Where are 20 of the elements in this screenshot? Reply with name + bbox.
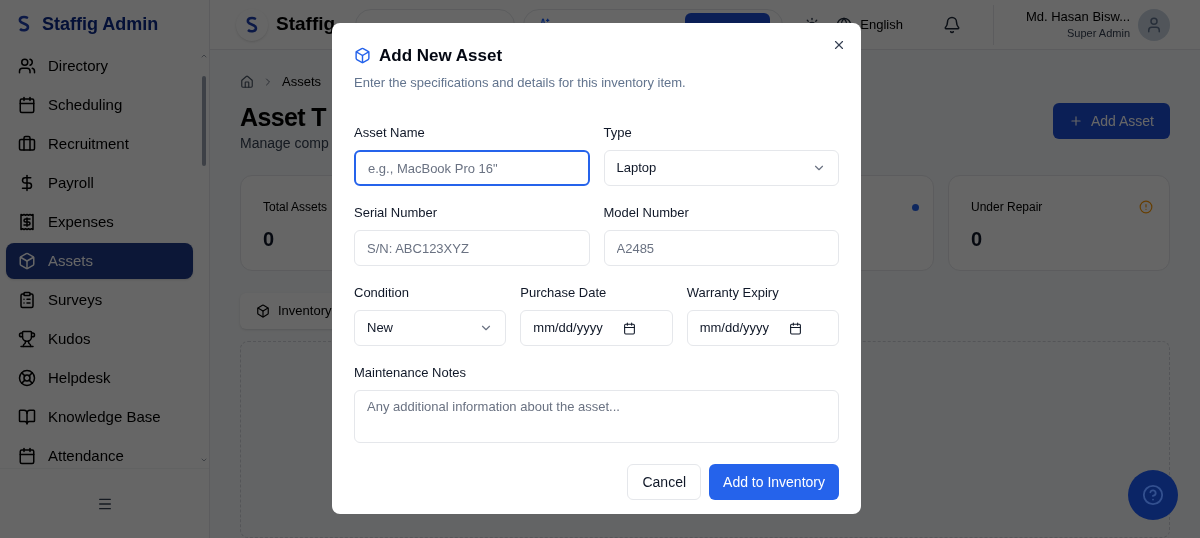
field-label: Type <box>603 125 633 141</box>
dialog-title: Add New Asset <box>379 45 503 67</box>
field-label: Purchase Date <box>520 285 608 301</box>
field-label: Condition <box>354 285 410 301</box>
brand-name: Staffig Admin <box>42 12 159 36</box>
brand-name: Staffig <box>276 12 336 37</box>
page-title: Asset T <box>240 102 328 133</box>
field-label: Model Number <box>603 205 690 221</box>
dialog-subtitle: Enter the specifications and details for this inventory item. <box>354 73 687 92</box>
stat-label: Total Assets <box>263 199 328 216</box>
user-name: Md. Hasan Bisw... <box>1025 8 1130 25</box>
field-label: Warranty Expiry <box>686 285 780 301</box>
stat-value: 0 <box>971 227 984 252</box>
field-label: Maintenance Notes <box>354 365 467 381</box>
field-label: Serial Number <box>354 205 439 221</box>
stat-label: Under Repair <box>971 199 1043 216</box>
user-role: Super Admin <box>1067 25 1130 41</box>
field-label: Asset Name <box>354 125 426 141</box>
stat-value: 0 <box>263 227 276 252</box>
page-subtitle: Manage comp <box>240 134 329 153</box>
